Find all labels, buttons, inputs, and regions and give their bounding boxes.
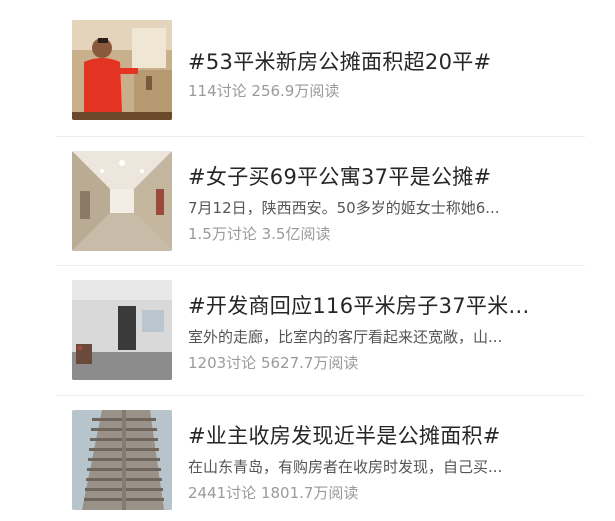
topic-title[interactable]: #女子买69平公寓37平是公摊# <box>188 161 588 191</box>
topic-summary: 7月12日，陕西西安。50多岁的姬女士称她6... <box>188 199 500 217</box>
topic-feed: #53平米新房公摊面积超20平# 114讨论 256.9万阅读 #女子买69平公… <box>0 0 615 521</box>
topic-stats: 2441讨论 1801.7万阅读 <box>188 484 359 502</box>
topic-title[interactable]: #开发商回应116平米房子37平米... <box>188 290 588 320</box>
topic-thumbnail[interactable] <box>72 20 172 120</box>
topic-item[interactable]: #业主收房发现近半是公摊面积# 在山东青岛，有购房者在收房时发现，自己买... … <box>0 396 615 521</box>
topic-summary: 室外的走廊，比室内的客厅看起来还宽敞，山... <box>188 328 503 346</box>
topic-thumbnail[interactable] <box>72 410 172 510</box>
topic-title[interactable]: #业主收房发现近半是公摊面积# <box>188 420 588 450</box>
topic-summary: 在山东青岛，有购房者在收房时发现，自己买... <box>188 458 503 476</box>
topic-stats: 1.5万讨论 3.5亿阅读 <box>188 225 331 243</box>
topic-thumbnail[interactable] <box>72 151 172 251</box>
topic-item[interactable]: #开发商回应116平米房子37平米... 室外的走廊，比室内的客厅看起来还宽敞，… <box>0 266 615 396</box>
topic-title[interactable]: #53平米新房公摊面积超20平# <box>188 46 588 76</box>
topic-thumbnail[interactable] <box>72 280 172 380</box>
topic-stats: 1203讨论 5627.7万阅读 <box>188 354 359 372</box>
topic-stats: 114讨论 256.9万阅读 <box>188 82 340 100</box>
topic-item[interactable]: #53平米新房公摊面积超20平# 114讨论 256.9万阅读 <box>0 0 615 130</box>
topic-item[interactable]: #女子买69平公寓37平是公摊# 7月12日，陕西西安。50多岁的姬女士称她6.… <box>0 137 615 267</box>
